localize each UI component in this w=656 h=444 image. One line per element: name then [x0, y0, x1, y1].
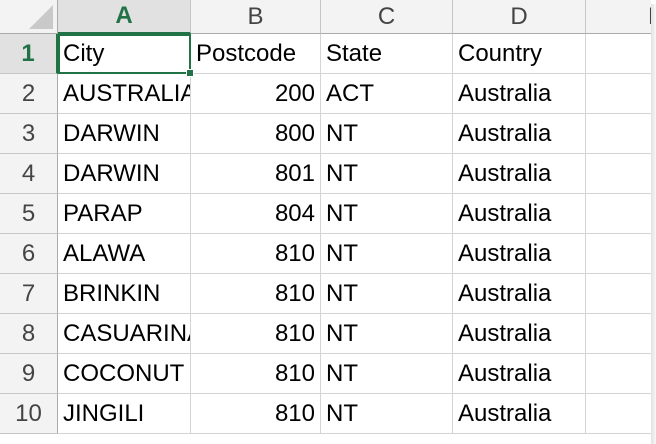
cell-c7[interactable]: NT: [321, 274, 453, 314]
column-header-d[interactable]: D: [453, 0, 586, 34]
cell-a6[interactable]: ALAWA: [58, 234, 191, 274]
cell-c10[interactable]: NT: [321, 394, 453, 434]
cell-c2[interactable]: ACT: [321, 74, 453, 114]
cell-d5[interactable]: Australia: [453, 194, 586, 234]
cell-c6[interactable]: NT: [321, 234, 453, 274]
cell-b5[interactable]: 804: [191, 194, 321, 234]
screenshot-edge-shadow: [651, 4, 656, 444]
cell-d7[interactable]: Australia: [453, 274, 586, 314]
cell-b10[interactable]: 810: [191, 394, 321, 434]
cell-a4[interactable]: DARWIN: [58, 154, 191, 194]
cell-e8[interactable]: [586, 314, 651, 354]
row-header-10[interactable]: 10: [0, 394, 58, 434]
cell-a1[interactable]: City: [58, 34, 194, 77]
cell-d10[interactable]: Australia: [453, 394, 586, 434]
row-header-1[interactable]: 1: [0, 34, 58, 74]
spreadsheet-grid: A B C D E 1 City Postcode State Country …: [0, 0, 651, 434]
spreadsheet-view: A B C D E 1 City Postcode State Country …: [0, 0, 651, 444]
row-header-8[interactable]: 8: [0, 314, 58, 354]
column-header-c[interactable]: C: [321, 0, 453, 34]
row-header-9[interactable]: 9: [0, 354, 58, 394]
cell-d3[interactable]: Australia: [453, 114, 586, 154]
row-header-2[interactable]: 2: [0, 74, 58, 114]
cell-c5[interactable]: NT: [321, 194, 453, 234]
cell-b6[interactable]: 810: [191, 234, 321, 274]
cell-d4[interactable]: Australia: [453, 154, 586, 194]
cell-c4[interactable]: NT: [321, 154, 453, 194]
cell-e3[interactable]: [586, 114, 651, 154]
cell-c3[interactable]: NT: [321, 114, 453, 154]
cell-d8[interactable]: Australia: [453, 314, 586, 354]
cell-e2[interactable]: [586, 74, 651, 114]
row-header-4[interactable]: 4: [0, 154, 58, 194]
column-header-e[interactable]: E: [586, 0, 651, 34]
cell-d9[interactable]: Australia: [453, 354, 586, 394]
cell-e1[interactable]: [586, 34, 651, 74]
cell-a8[interactable]: CASUARINA: [58, 314, 191, 354]
cell-b4[interactable]: 801: [191, 154, 321, 194]
cell-c1[interactable]: State: [321, 34, 453, 74]
cell-e4[interactable]: [586, 154, 651, 194]
row-header-3[interactable]: 3: [0, 114, 58, 154]
select-all-corner[interactable]: [0, 0, 58, 34]
cell-c8[interactable]: NT: [321, 314, 453, 354]
cell-e9[interactable]: [586, 354, 651, 394]
cell-a7[interactable]: BRINKIN: [58, 274, 191, 314]
cell-b9[interactable]: 810: [191, 354, 321, 394]
cell-e6[interactable]: [586, 234, 651, 274]
cell-b2[interactable]: 200: [191, 74, 321, 114]
cell-a10[interactable]: JINGILI: [58, 394, 191, 434]
row-header-5[interactable]: 5: [0, 194, 58, 234]
cell-d1[interactable]: Country: [453, 34, 586, 74]
cell-e7[interactable]: [586, 274, 651, 314]
cell-b7[interactable]: 810: [191, 274, 321, 314]
cell-d6[interactable]: Australia: [453, 234, 586, 274]
fill-handle[interactable]: [186, 69, 194, 77]
cell-b8[interactable]: 810: [191, 314, 321, 354]
column-header-b[interactable]: B: [191, 0, 321, 34]
cell-a9[interactable]: COCONUT: [58, 354, 191, 394]
row-header-6[interactable]: 6: [0, 234, 58, 274]
cell-b3[interactable]: 800: [191, 114, 321, 154]
cell-c9[interactable]: NT: [321, 354, 453, 394]
cell-a2[interactable]: AUSTRALIA: [58, 74, 191, 114]
row-header-7[interactable]: 7: [0, 274, 58, 314]
cell-a5[interactable]: PARAP: [58, 194, 191, 234]
column-header-a[interactable]: A: [58, 0, 191, 34]
select-all-triangle-icon: [29, 5, 53, 29]
cell-d2[interactable]: Australia: [453, 74, 586, 114]
cell-b1[interactable]: Postcode: [191, 34, 321, 74]
cell-a1-text: City: [63, 39, 105, 67]
cell-e10[interactable]: [586, 394, 651, 434]
cell-e5[interactable]: [586, 194, 651, 234]
cell-a3[interactable]: DARWIN: [58, 114, 191, 154]
